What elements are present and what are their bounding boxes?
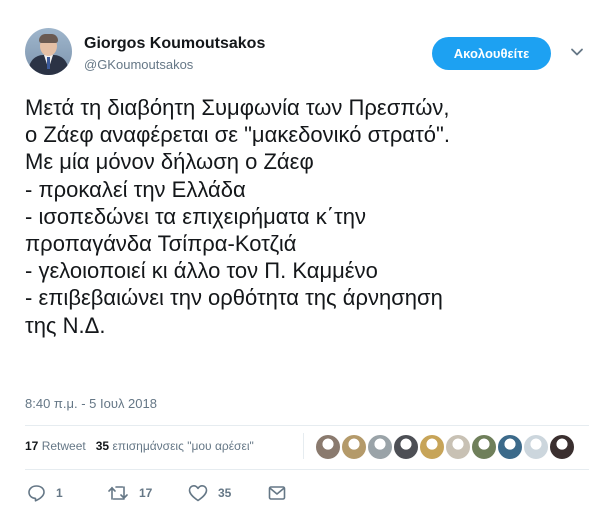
reply-count: 1 <box>56 486 63 500</box>
tweet-text-line: προπαγάνδα Τσίπρα-Κοτζιά <box>25 231 297 257</box>
avatar-10-icon[interactable] <box>549 434 575 460</box>
tweet-text-line: - ισοπεδώνει τα επιχειρήματα κ΄την <box>25 203 366 229</box>
retweet-button[interactable]: 17 <box>107 483 152 503</box>
reply-button[interactable]: 1 <box>27 483 63 503</box>
chevron-down-icon[interactable] <box>569 44 585 60</box>
avatar[interactable] <box>25 28 72 75</box>
tweet-text-line: ο Ζάεφ αναφέρεται σε "μακεδονικό στρατό"… <box>25 122 450 148</box>
envelope-icon <box>268 486 286 500</box>
screen-name[interactable]: @GKoumoutsakos <box>84 57 193 72</box>
avatar-8-icon[interactable] <box>497 434 523 460</box>
tweet-timestamp[interactable]: 8:40 π.μ. - 5 Ιουλ 2018 <box>25 396 157 411</box>
avatar-9-icon[interactable] <box>523 434 549 460</box>
tweet-text-line: Μετά τη διαβόητη Συμφωνία των Πρεσπών, <box>25 95 450 120</box>
heart-icon <box>188 485 208 502</box>
tweet-text-line: της Ν.Δ. <box>25 312 106 338</box>
like-button[interactable]: 35 <box>188 483 231 503</box>
tweet-text-line: - γελοιοποιεί κι άλλο τον Π. Καμμένο <box>25 258 378 284</box>
avatar-3-icon[interactable] <box>367 434 393 460</box>
avatar-7-icon[interactable] <box>471 434 497 460</box>
display-name[interactable]: Giorgos Koumoutsakos <box>84 35 265 53</box>
tweet-text-line: Με μία μόνον δήλωση ο Ζάεφ <box>25 149 314 175</box>
tweet-card: Giorgos Koumoutsakos @GKoumoutsakos Ακολ… <box>0 0 615 532</box>
following-button[interactable]: Ακολουθείτε <box>432 37 551 70</box>
retweet-icon <box>108 486 128 500</box>
avatar-1-icon[interactable] <box>315 434 341 460</box>
avatar-4-icon[interactable] <box>393 434 419 460</box>
reply-icon <box>28 485 45 502</box>
tweet-text-line: - προκαλεί την Ελλάδα <box>25 176 246 202</box>
retweet-stat[interactable]: 17 Retweet <box>25 439 86 453</box>
retweet-count: 17 <box>139 486 153 500</box>
stats-separator <box>303 433 304 459</box>
avatar-2-icon[interactable] <box>341 434 367 460</box>
tweet-stats: 17 Retweet 35 επισημάνσεις "μου αρέσει" <box>25 439 254 453</box>
avatar-5-icon[interactable] <box>419 434 445 460</box>
direct-message-button[interactable] <box>268 483 286 503</box>
tweet-text-line: - επιβεβαιώνει την ορθότητα της άρνησηση <box>25 285 443 311</box>
divider <box>25 469 589 470</box>
tweet-text: Μετά τη διαβόητη Συμφωνία των Πρεσπών, ο… <box>25 94 610 339</box>
like-count: 35 <box>218 486 232 500</box>
divider <box>25 425 589 426</box>
like-stat[interactable]: 35 επισημάνσεις "μου αρέσει" <box>96 439 254 453</box>
avatar-6-icon[interactable] <box>445 434 471 460</box>
